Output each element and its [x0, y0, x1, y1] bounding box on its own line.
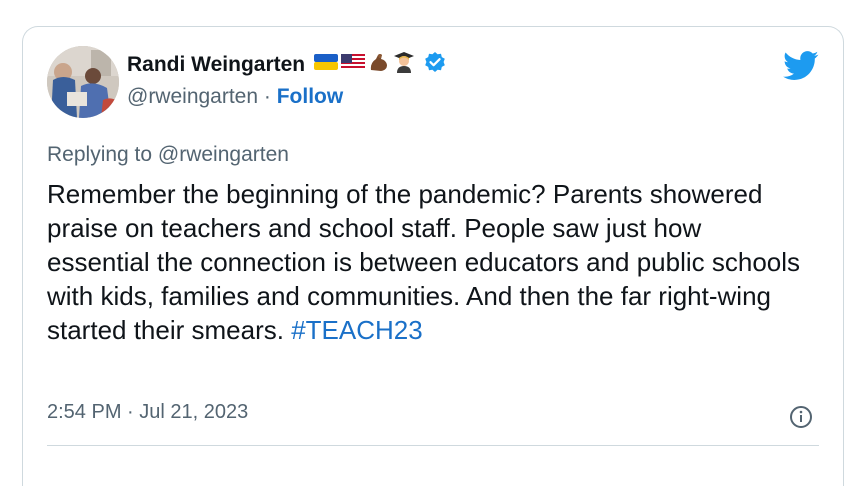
twitter-bird-icon[interactable]: [783, 51, 819, 86]
author-handle[interactable]: @rweingarten: [127, 85, 258, 108]
us-flag-icon: [341, 53, 366, 76]
author-name[interactable]: Randi Weingarten: [127, 53, 305, 77]
follow-button[interactable]: Follow: [277, 85, 344, 108]
avatar[interactable]: [47, 46, 119, 118]
avatar-photo-icon: [47, 46, 119, 118]
tweet-text: Remember the beginning of the pandemic? …: [47, 177, 807, 347]
flexed-biceps-icon: [368, 51, 390, 78]
replying-to: Replying to @rweingarten: [47, 143, 289, 166]
hashtag-link[interactable]: #TEACH23: [291, 315, 423, 345]
divider: [47, 445, 819, 446]
info-icon[interactable]: [789, 405, 813, 434]
tweet-card: Randi Weingarten @rweingarten · Follow R…: [22, 26, 844, 486]
graduate-icon: [393, 51, 415, 78]
author-name-row: Randi Weingarten: [127, 51, 446, 78]
separator: ·: [263, 85, 271, 108]
ukraine-flag-icon: [314, 53, 339, 76]
tweet-body: Remember the beginning of the pandemic? …: [47, 179, 801, 345]
tweet-timestamp[interactable]: 2:54 PM · Jul 21, 2023: [47, 401, 248, 424]
verified-badge-icon: [424, 51, 446, 78]
handle-row: @rweingarten · Follow: [127, 85, 343, 109]
name-emojis: [314, 51, 418, 78]
